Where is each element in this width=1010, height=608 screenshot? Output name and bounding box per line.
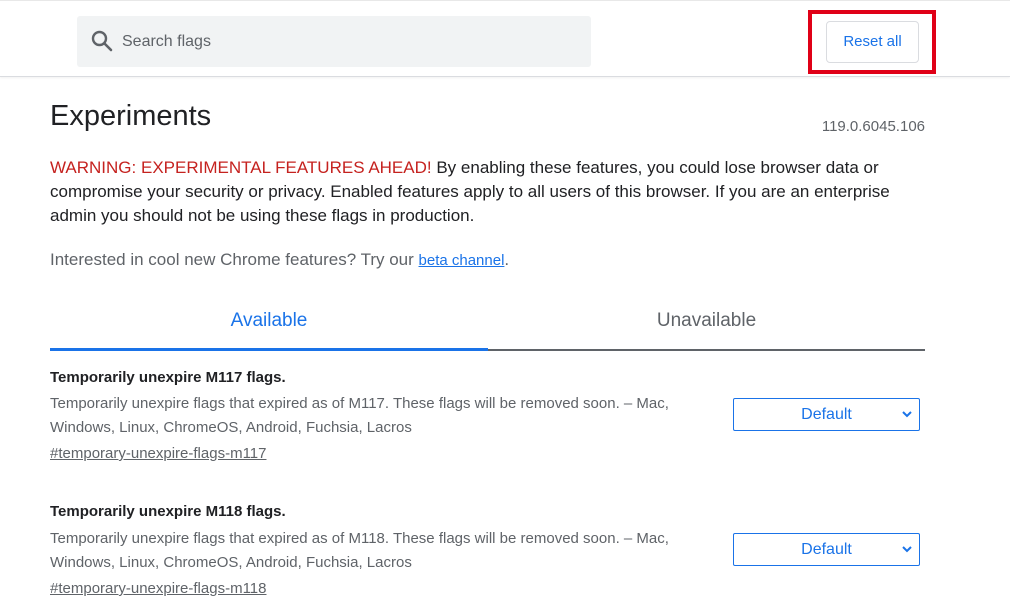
flag-anchor-link[interactable]: #temporary-unexpire-flags-m117 [50,445,266,462]
beta-suffix: . [504,250,510,269]
flag-state-value: Default [801,541,852,558]
flag-anchor-link[interactable]: #temporary-unexpire-flags-m118 [50,580,266,597]
chevron-down-icon [902,546,912,553]
search-box[interactable] [77,16,591,67]
flag-description: Temporarily unexpire flags that expired … [50,530,669,571]
reset-all-button[interactable]: Reset all [826,21,919,63]
flag-description: Temporarily unexpire flags that expired … [50,395,669,436]
warning-prefix: WARNING: EXPERIMENTAL FEATURES AHEAD! [50,158,432,177]
flag-title: Temporarily unexpire M118 flags. [50,503,286,520]
beta-text: Interested in cool new Chrome features? … [50,250,509,270]
beta-prefix: Interested in cool new Chrome features? … [50,250,419,269]
flag-item: Temporarily unexpire M117 flags. Tempora… [50,369,925,469]
beta-channel-link[interactable]: beta channel [419,252,505,269]
flag-state-value: Default [801,406,852,423]
flag-state-select[interactable]: Default [733,533,920,566]
header-bar: Reset all [0,0,1010,77]
warning-text: WARNING: EXPERIMENTAL FEATURES AHEAD! By… [50,156,930,228]
flag-state-select[interactable]: Default [733,398,920,431]
search-icon [91,30,113,52]
tab-available[interactable]: Available [50,300,488,351]
search-input[interactable] [122,16,582,67]
chevron-down-icon [902,411,912,418]
tab-unavailable[interactable]: Unavailable [488,300,925,351]
flag-item: Temporarily unexpire M118 flags. Tempora… [50,503,925,603]
flag-title: Temporarily unexpire M117 flags. [50,369,286,386]
version-label: 119.0.6045.106 [821,118,925,135]
page-title: Experiments [50,100,212,132]
tab-bar: Available Unavailable [50,300,925,351]
